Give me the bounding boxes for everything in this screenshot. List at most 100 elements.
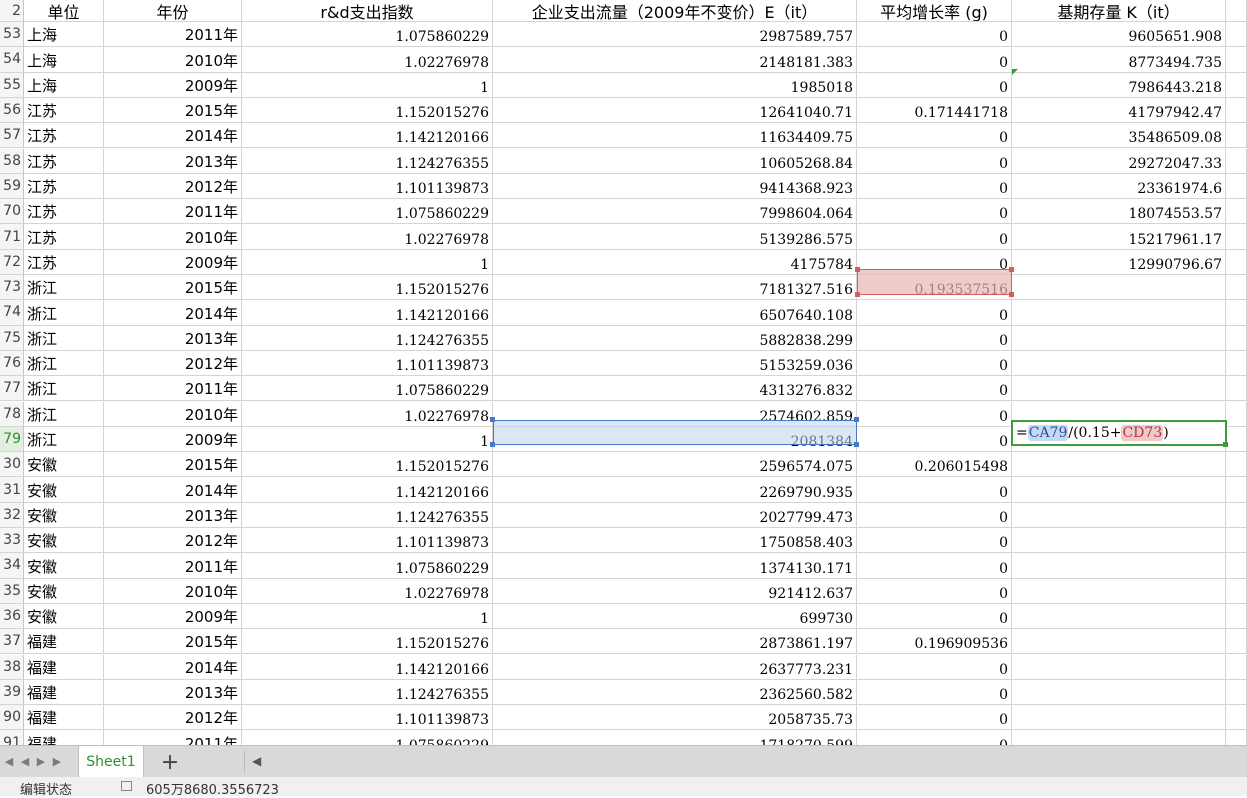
cell-empty[interactable] bbox=[1226, 376, 1247, 402]
cell-growth[interactable]: 0 bbox=[857, 730, 1012, 745]
selection-handle[interactable] bbox=[854, 417, 859, 422]
cell-stock[interactable]: 12990796.67 bbox=[1012, 249, 1226, 275]
cell-growth[interactable]: 0 bbox=[857, 705, 1012, 731]
cell-year[interactable]: 2011年 bbox=[104, 376, 242, 402]
cell-unit[interactable]: 江苏 bbox=[24, 97, 104, 124]
cell-empty[interactable] bbox=[1226, 249, 1247, 275]
cell-unit[interactable]: 浙江 bbox=[24, 350, 104, 377]
cell-empty[interactable] bbox=[1226, 199, 1247, 225]
cell-flow[interactable]: 2596574.075 bbox=[493, 452, 857, 478]
cell-rd-index[interactable]: 1.124276355 bbox=[242, 148, 493, 174]
cell-flow[interactable]: 4175784 bbox=[493, 249, 857, 275]
cell-unit[interactable]: 福建 bbox=[24, 654, 104, 680]
cell-empty[interactable] bbox=[1226, 22, 1247, 48]
cell-rd-index[interactable]: 1 bbox=[242, 603, 493, 630]
cell-year[interactable]: 2014年 bbox=[104, 654, 242, 680]
cell-empty[interactable] bbox=[1226, 553, 1247, 579]
cell-rd-index[interactable]: 1.152015276 bbox=[242, 97, 493, 124]
row-number[interactable]: 33 bbox=[0, 528, 24, 554]
cell-flow[interactable]: 2058735.73 bbox=[493, 705, 857, 731]
header-year[interactable]: 年份 bbox=[104, 0, 242, 22]
cell-year[interactable]: 2012年 bbox=[104, 528, 242, 554]
header-empty[interactable] bbox=[1226, 0, 1247, 22]
cell-rd-index[interactable]: 1 bbox=[242, 426, 493, 453]
row-number[interactable]: 74 bbox=[0, 300, 24, 326]
cell-flow[interactable]: 1985018 bbox=[493, 72, 857, 98]
cell-flow[interactable]: 10605268.84 bbox=[493, 148, 857, 174]
prev-sheet-button[interactable]: ◀ bbox=[18, 754, 32, 768]
cell-empty[interactable] bbox=[1226, 325, 1247, 351]
cell-flow[interactable]: 699730 bbox=[493, 603, 857, 630]
header-growth[interactable]: 平均增长率 (g) bbox=[857, 0, 1012, 22]
cell-year[interactable]: 2013年 bbox=[104, 679, 242, 706]
cell-flow[interactable]: 9414368.923 bbox=[493, 173, 857, 200]
cell-stock[interactable] bbox=[1012, 275, 1226, 301]
cell-year[interactable]: 2009年 bbox=[104, 72, 242, 98]
header-rd-index[interactable]: r&d支出指数 bbox=[242, 0, 493, 22]
cell-unit[interactable]: 江苏 bbox=[24, 173, 104, 200]
row-number[interactable]: 2 bbox=[0, 0, 24, 22]
cell-unit[interactable]: 浙江 bbox=[24, 376, 104, 402]
cell-growth[interactable]: 0 bbox=[857, 679, 1012, 706]
cell-flow[interactable]: 7998604.064 bbox=[493, 199, 857, 225]
cell-empty[interactable] bbox=[1226, 502, 1247, 528]
cell-stock[interactable] bbox=[1012, 603, 1226, 630]
cell-growth[interactable]: 0 bbox=[857, 502, 1012, 528]
cell-unit[interactable]: 浙江 bbox=[24, 426, 104, 453]
row-number[interactable]: 71 bbox=[0, 224, 24, 250]
header-flow[interactable]: 企业支出流量（2009年不变价）E（it） bbox=[493, 0, 857, 22]
cell-unit[interactable]: 上海 bbox=[24, 47, 104, 73]
cell-empty[interactable] bbox=[1226, 97, 1247, 124]
cell-growth[interactable]: 0 bbox=[857, 300, 1012, 326]
cell-empty[interactable] bbox=[1226, 224, 1247, 250]
cell-stock[interactable]: 23361974.6 bbox=[1012, 173, 1226, 200]
cell-stock[interactable]: 15217961.17 bbox=[1012, 224, 1226, 250]
cell-growth[interactable]: 0 bbox=[857, 350, 1012, 377]
cell-empty[interactable] bbox=[1226, 730, 1247, 745]
cell-growth[interactable]: 0 bbox=[857, 199, 1012, 225]
selection-handle[interactable] bbox=[490, 417, 495, 422]
cell-flow[interactable]: 2987589.757 bbox=[493, 22, 857, 48]
cell-year[interactable]: 2012年 bbox=[104, 173, 242, 200]
cell-unit[interactable]: 福建 bbox=[24, 679, 104, 706]
cell-growth[interactable]: 0 bbox=[857, 325, 1012, 351]
cell-stock[interactable]: 41797942.47 bbox=[1012, 97, 1226, 124]
cell-flow[interactable]: 2269790.935 bbox=[493, 477, 857, 503]
cell-rd-index[interactable]: 1.101139873 bbox=[242, 705, 493, 731]
cell-unit[interactable]: 安徽 bbox=[24, 452, 104, 478]
row-number[interactable]: 35 bbox=[0, 578, 24, 604]
cell-empty[interactable] bbox=[1226, 528, 1247, 554]
cell-rd-index[interactable]: 1.124276355 bbox=[242, 679, 493, 706]
row-number[interactable]: 77 bbox=[0, 376, 24, 402]
cell-rd-index[interactable]: 1.02276978 bbox=[242, 578, 493, 604]
row-number[interactable]: 57 bbox=[0, 123, 24, 149]
cell-year[interactable]: 2009年 bbox=[104, 603, 242, 630]
cell-growth[interactable]: 0 bbox=[857, 173, 1012, 200]
row-number[interactable]: 32 bbox=[0, 502, 24, 528]
cell-empty[interactable] bbox=[1226, 123, 1247, 149]
cell-growth[interactable]: 0 bbox=[857, 654, 1012, 680]
cell-flow[interactable]: 5153259.036 bbox=[493, 350, 857, 377]
cell-year[interactable]: 2013年 bbox=[104, 502, 242, 528]
selection-handle[interactable] bbox=[854, 442, 859, 447]
cell-rd-index[interactable]: 1.075860229 bbox=[242, 22, 493, 48]
row-number[interactable]: 53 bbox=[0, 22, 24, 48]
cell-unit[interactable]: 浙江 bbox=[24, 275, 104, 301]
cell-empty[interactable] bbox=[1226, 578, 1247, 604]
cell-empty[interactable] bbox=[1226, 654, 1247, 680]
cell-growth[interactable]: 0 bbox=[857, 401, 1012, 427]
cell-unit[interactable]: 安徽 bbox=[24, 502, 104, 528]
cell-flow[interactable]: 5139286.575 bbox=[493, 224, 857, 250]
cell-growth[interactable]: 0 bbox=[857, 47, 1012, 73]
cell-unit[interactable]: 江苏 bbox=[24, 199, 104, 225]
cell-stock[interactable] bbox=[1012, 502, 1226, 528]
cell-rd-index[interactable]: 1.101139873 bbox=[242, 350, 493, 377]
cell-stock[interactable]: 9605651.908 bbox=[1012, 22, 1226, 48]
cell-flow[interactable]: 1374130.171 bbox=[493, 553, 857, 579]
selection-handle[interactable] bbox=[1009, 292, 1014, 297]
cell-empty[interactable] bbox=[1226, 477, 1247, 503]
row-number[interactable]: 76 bbox=[0, 350, 24, 377]
row-number[interactable]: 37 bbox=[0, 629, 24, 655]
cell-stock[interactable] bbox=[1012, 300, 1226, 326]
cell-stock[interactable] bbox=[1012, 477, 1226, 503]
